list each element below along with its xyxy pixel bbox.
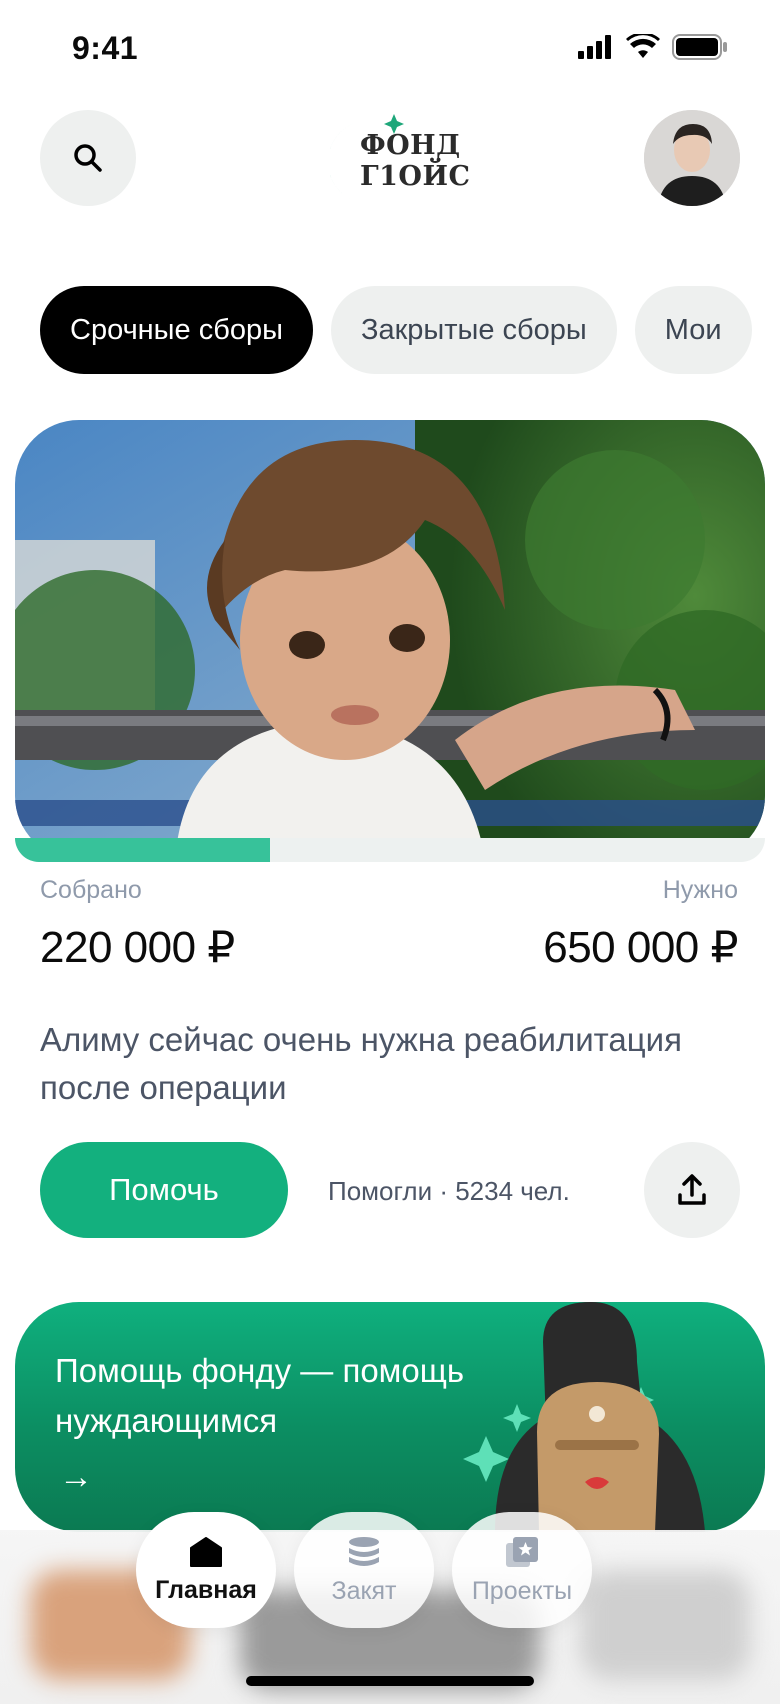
- nav-zakat[interactable]: Закят: [294, 1512, 434, 1628]
- bottom-navigation: Главная Закят Проекты: [136, 1512, 592, 1628]
- coins-icon: [349, 1536, 379, 1566]
- status-time: 9:41: [72, 30, 139, 66]
- funding-progress-bar: [15, 838, 765, 862]
- category-tabs: Срочные сборы Закрытые сборы Мои: [40, 286, 780, 374]
- campaign-photo[interactable]: [15, 420, 765, 860]
- logo-line1: ФОНД: [360, 130, 461, 161]
- wifi-icon: [626, 34, 660, 58]
- share-button[interactable]: [644, 1142, 740, 1238]
- nav-home-label: Главная: [155, 1575, 257, 1604]
- child-photo: [15, 420, 765, 860]
- logo-line2: Г1ОЙС: [360, 161, 471, 192]
- helped-count: Помогли · 5234 чел.: [328, 1176, 570, 1206]
- signal-icon: [578, 35, 611, 59]
- home-indicator: [246, 1676, 534, 1686]
- funding-progress-fill: [15, 838, 270, 862]
- battery-icon: [672, 34, 727, 60]
- needed-amount: 650 000 ₽: [543, 923, 738, 972]
- nav-projects[interactable]: Проекты: [452, 1512, 592, 1628]
- status-icons: [578, 34, 728, 60]
- promo-text: Помощь фонду — помощь нуждающимся: [55, 1352, 465, 1439]
- share-icon: [678, 1174, 706, 1205]
- profile-avatar[interactable]: [644, 110, 740, 206]
- search-button[interactable]: [40, 110, 136, 206]
- nav-projects-label: Проекты: [471, 1576, 573, 1605]
- projects-icon: [506, 1536, 538, 1567]
- woman-backpack-illustration: [463, 1302, 705, 1532]
- home-icon: [190, 1536, 222, 1567]
- tab-mine[interactable]: Мои: [634, 286, 752, 374]
- needed-label: Нужно: [662, 876, 738, 904]
- campaign-description: Алиму сейчас очень нужна реабилитация по…: [40, 1021, 682, 1106]
- nav-home[interactable]: Главная: [136, 1512, 276, 1628]
- fund-logo: ФОНД Г1ОЙС: [330, 108, 470, 208]
- tab-closed[interactable]: Закрытые сборы: [330, 286, 617, 374]
- user-photo: [644, 110, 740, 206]
- arrow-right-icon: →: [59, 1458, 93, 1496]
- nav-zakat-label: Закят: [331, 1576, 397, 1605]
- collected-label: Собрано: [40, 876, 142, 904]
- promo-banner[interactable]: Помощь фонду — помощь нуждающимся →: [15, 1302, 765, 1532]
- search-icon: [74, 144, 102, 172]
- collected-amount: 220 000 ₽: [40, 923, 235, 972]
- help-button[interactable]: Помочь: [40, 1142, 288, 1238]
- tab-urgent[interactable]: Срочные сборы: [40, 286, 313, 374]
